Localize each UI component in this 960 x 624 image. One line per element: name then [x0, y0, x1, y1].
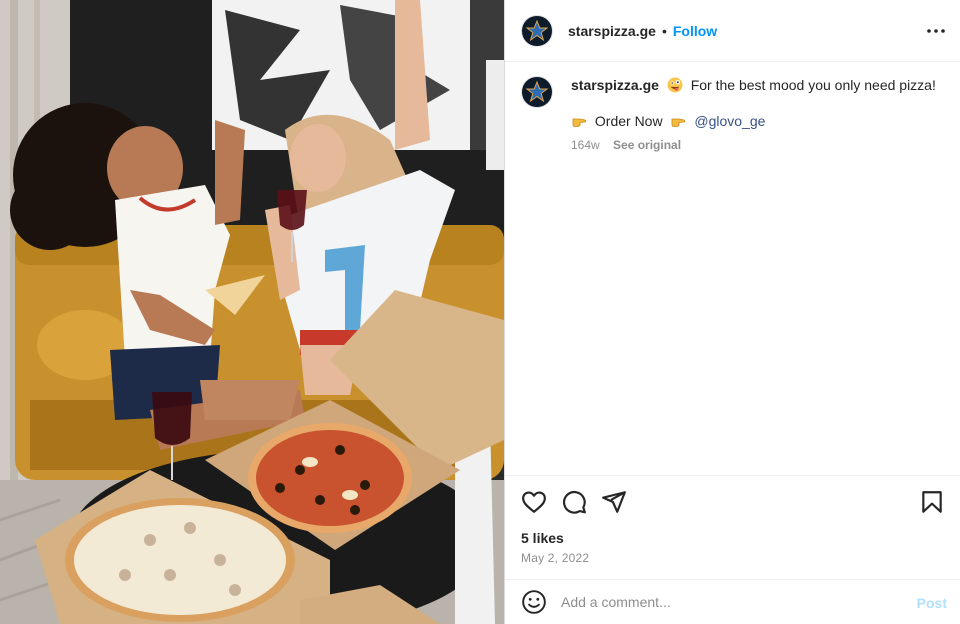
caption-meta: 164w See original	[571, 136, 936, 154]
cta-line: Order Now @glovo_ge	[571, 112, 936, 130]
see-original-link[interactable]: See original	[613, 138, 681, 152]
share-icon[interactable]	[601, 489, 627, 515]
post-photo[interactable]	[0, 0, 504, 624]
star-logo-icon	[523, 16, 551, 45]
caption-username[interactable]: starspizza.ge	[571, 77, 659, 93]
post-date: May 2, 2022	[521, 551, 590, 565]
cta-text: Order Now	[594, 113, 663, 129]
post-header: starspizza.ge • Follow	[505, 0, 960, 62]
instagram-post-modal: starspizza.ge • Follow starspizza.ge For…	[0, 0, 960, 624]
emoji-picker-icon[interactable]	[521, 589, 547, 615]
bookmark-icon[interactable]	[919, 489, 945, 515]
post-age: 164w	[571, 138, 600, 152]
pointing-right-hand-icon	[672, 118, 686, 127]
more-options-button[interactable]	[927, 22, 945, 40]
comment-input[interactable]	[561, 594, 891, 610]
post-comment-button[interactable]: Post	[917, 595, 947, 611]
pizza-party-photo	[0, 0, 504, 624]
comment-bar: Post	[505, 579, 960, 624]
post-side-panel: starspizza.ge • Follow starspizza.ge For…	[504, 0, 960, 624]
zany-face-emoji-icon	[667, 77, 683, 93]
more-horizontal-icon	[927, 29, 945, 33]
caption-text: For the best mood you only need pizza!	[690, 77, 936, 93]
comment-icon[interactable]	[561, 489, 587, 515]
author-avatar[interactable]	[521, 14, 553, 47]
caption-body: starspizza.ge For the best mood you only…	[571, 76, 936, 154]
post-actions	[521, 489, 945, 517]
heart-icon[interactable]	[521, 489, 547, 515]
post-caption: starspizza.ge For the best mood you only…	[521, 76, 945, 154]
separator-dot: •	[661, 22, 667, 39]
star-logo-icon	[523, 78, 551, 106]
follow-button[interactable]: Follow	[673, 23, 717, 39]
likes-count[interactable]: 5 likes	[521, 530, 564, 546]
caption-avatar[interactable]	[521, 76, 553, 108]
pointing-right-hand-icon	[572, 118, 587, 127]
caption-line: starspizza.ge For the best mood you only…	[571, 76, 936, 94]
author-username[interactable]: starspizza.ge	[568, 23, 656, 39]
glovo-mention-link[interactable]: @glovo_ge	[694, 113, 765, 129]
actions-divider	[505, 475, 960, 476]
